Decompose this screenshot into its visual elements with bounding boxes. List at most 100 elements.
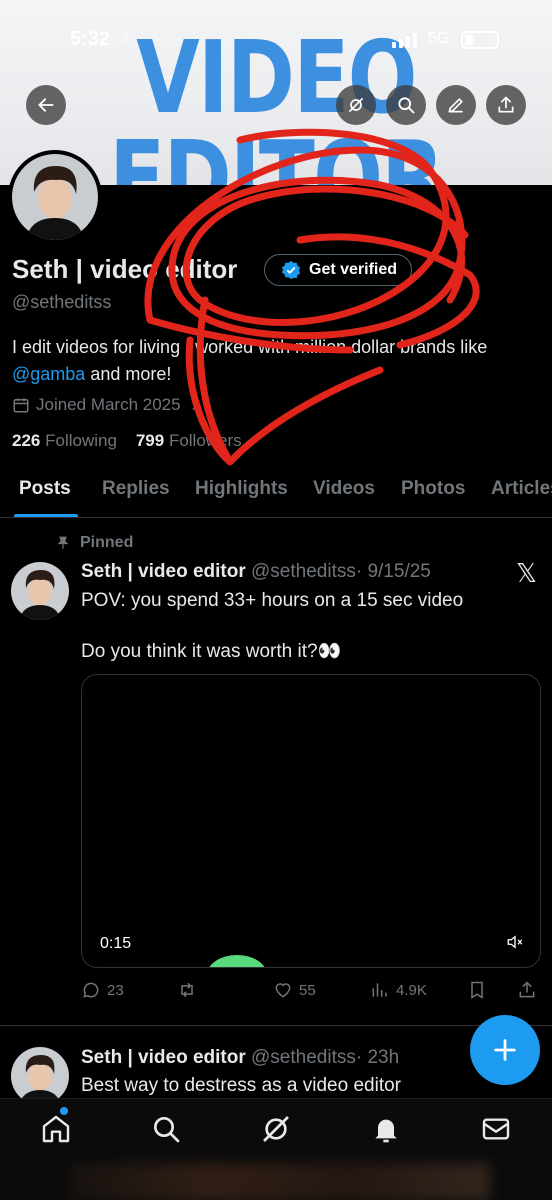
grok-icon <box>263 1116 289 1142</box>
post-actions: 23 55 4.9K <box>81 980 541 1004</box>
moon-icon: ☾ <box>122 28 138 47</box>
avatar-image <box>11 562 69 620</box>
chevron-right-icon[interactable] <box>187 397 203 413</box>
share-post-button[interactable] <box>517 980 537 1000</box>
repost-icon <box>181 982 193 998</box>
home-icon <box>42 1115 70 1143</box>
video-frame-shape <box>207 955 267 967</box>
mute-icon[interactable] <box>506 933 524 951</box>
profile-name: Seth | video editor <box>12 254 238 284</box>
nav-search[interactable] <box>150 1113 182 1145</box>
bell-icon <box>375 1119 397 1143</box>
status-bar: 5:32 ☾ 5G <box>0 28 552 54</box>
profile-avatar[interactable] <box>8 150 102 244</box>
network-label: 5G <box>428 30 450 47</box>
bottom-navigation <box>0 1098 552 1200</box>
search-icon <box>398 97 415 114</box>
tab-articles[interactable]: Articles <box>491 478 552 517</box>
post-video[interactable]: 0:15 <box>81 674 541 968</box>
signal-icon <box>392 32 417 48</box>
verified-badge-icon <box>281 260 301 280</box>
search-button[interactable] <box>386 85 426 125</box>
following-link[interactable]: 226 Following <box>12 431 117 450</box>
profile-handle: @setheditss <box>12 292 112 312</box>
post-header: Seth | video editor @setheditss· 9/15/25 <box>81 561 431 583</box>
get-verified-label: Get verified <box>309 261 398 278</box>
pinned-indicator: Pinned <box>56 534 133 552</box>
following-count: 226 <box>12 431 41 450</box>
avatar-image <box>12 154 98 240</box>
back-arrow-icon <box>38 98 54 112</box>
post-avatar[interactable] <box>11 562 69 620</box>
search-icon <box>154 1117 180 1143</box>
mail-icon <box>482 1118 510 1140</box>
reply-button[interactable]: 23 <box>81 980 124 1000</box>
view-count: 4.9K <box>396 981 427 999</box>
post-author-name[interactable]: Seth | video editor <box>81 1047 246 1068</box>
share-icon <box>519 981 535 998</box>
calendar-icon <box>13 398 29 413</box>
battery-icon <box>461 31 499 49</box>
notification-dot <box>60 1107 68 1115</box>
like-count: 55 <box>299 981 316 999</box>
blurred-content-strip <box>70 1163 490 1200</box>
nav-messages[interactable] <box>480 1113 512 1145</box>
joined-label: Joined March 2025 <box>36 395 181 414</box>
nav-notifications[interactable] <box>370 1113 402 1145</box>
like-button[interactable]: 55 <box>273 980 316 1000</box>
bio-mention-link[interactable]: @gamba <box>12 364 85 384</box>
grok-button[interactable] <box>336 85 376 125</box>
avatar-image <box>11 1047 69 1105</box>
post-divider <box>0 1025 552 1026</box>
followers-label: Followers <box>168 431 242 450</box>
tab-photos[interactable]: Photos <box>401 478 465 517</box>
views-button[interactable]: 4.9K <box>370 980 427 1000</box>
get-verified-button[interactable]: Get verified <box>264 254 412 286</box>
post-text-line2: Do you think it was worth it?👀 <box>81 641 342 662</box>
reply-count: 23 <box>107 981 124 999</box>
post-text-line1: Best way to destress as a video editor <box>81 1075 401 1096</box>
video-duration: 0:15 <box>100 935 132 952</box>
tab-highlights[interactable]: Highlights <box>195 478 288 517</box>
bookmark-button[interactable] <box>467 980 487 1000</box>
nav-grok[interactable] <box>260 1113 292 1145</box>
edit-button[interactable] <box>436 85 476 125</box>
x-logo-icon: 𝕏 <box>516 558 537 588</box>
post-text-line1: POV: you spend 33+ hours on a 15 sec vid… <box>81 590 464 611</box>
compose-post-button[interactable] <box>470 1015 540 1085</box>
post-date: · 23h <box>355 1047 400 1068</box>
plus-icon <box>494 1039 516 1061</box>
profile-tabs: Posts Replies Highlights Videos Photos A… <box>0 478 552 518</box>
analytics-icon <box>372 983 387 997</box>
followers-count: 799 <box>135 431 165 450</box>
bio-text: I edit videos for living I worked with m… <box>12 337 488 357</box>
pin-icon <box>57 536 69 549</box>
status-time: 5:32 <box>70 28 111 50</box>
tab-videos[interactable]: Videos <box>313 478 375 517</box>
bookmark-icon <box>471 981 483 999</box>
post-author-handle[interactable]: @setheditss <box>251 561 356 582</box>
following-label: Following <box>45 431 117 450</box>
pinned-label: Pinned <box>80 534 134 551</box>
tab-posts[interactable]: Posts <box>19 478 71 517</box>
joined-date: Joined March 2025 <box>12 395 203 415</box>
followers-link[interactable]: 799 Followers <box>136 431 242 450</box>
nav-home[interactable] <box>40 1113 72 1145</box>
share-button[interactable] <box>486 85 526 125</box>
tab-replies[interactable]: Replies <box>102 478 170 517</box>
reply-icon <box>83 982 99 998</box>
share-icon <box>498 96 514 113</box>
post-header: Seth | video editor @setheditss· 23h <box>81 1047 399 1069</box>
post-author-handle[interactable]: @setheditss <box>251 1047 356 1068</box>
repost-button[interactable] <box>177 980 203 1000</box>
bio-text-end: and more! <box>85 364 172 384</box>
back-button[interactable] <box>26 85 66 125</box>
post-avatar[interactable] <box>11 1047 69 1105</box>
active-tab-indicator <box>14 514 78 517</box>
heart-icon <box>275 983 291 998</box>
grok-icon <box>348 97 364 113</box>
post-author-name[interactable]: Seth | video editor <box>81 561 246 582</box>
follow-counts: 226 Following 799 Followers <box>12 431 242 451</box>
post-date: · 9/15/25 <box>355 561 431 582</box>
profile-bio: I edit videos for living I worked with m… <box>12 334 532 388</box>
